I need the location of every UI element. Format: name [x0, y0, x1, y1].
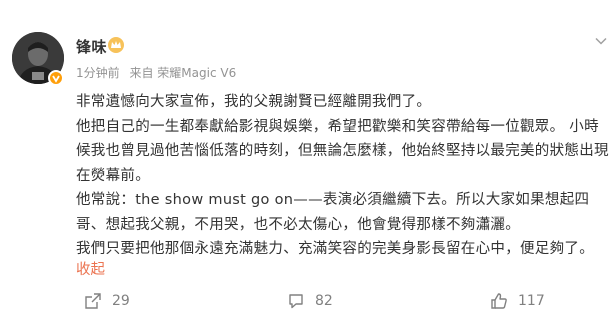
post-paragraph: 我們只要把他那個永遠充滿魅力、充滿笑容的完美身影長留在心中，便足夠了。 — [76, 241, 594, 257]
post-paragraph: 他把自己的一生都奉獻給影視與娛樂，希望把歡樂和笑容帶給每一位觀眾。 小時候我也曾… — [76, 118, 609, 184]
post-paragraph: 非常遺憾向大家宣佈，我的父親謝賢已經離開我們了。 — [76, 94, 432, 110]
share-icon — [85, 293, 101, 309]
like-count: 117 — [518, 293, 545, 309]
comment-button[interactable]: 82 — [287, 288, 333, 314]
comment-count: 82 — [315, 293, 333, 309]
post-paragraph: 他常說：the show must go on——表演必須繼續下去。所以大家如果… — [76, 192, 590, 233]
verified-badge-icon — [48, 70, 64, 86]
thumbs-up-icon — [491, 293, 507, 309]
weibo-post-card: 锋味 1分钟前 来自 荣耀Magic V6 非常遺憾向大家宣佈，我的父親謝賢已經… — [0, 0, 614, 315]
comment-icon — [289, 294, 303, 309]
share-count: 29 — [112, 293, 130, 309]
like-button[interactable]: 117 — [490, 288, 545, 314]
action-bar: 29 82 117 — [0, 288, 614, 314]
post-source: 来自 荣耀Magic V6 — [129, 66, 237, 80]
post-meta: 1分钟前 来自 荣耀Magic V6 — [76, 64, 242, 81]
collapse-link[interactable]: 收起 — [76, 258, 105, 279]
author-name[interactable]: 锋味 — [76, 36, 107, 57]
share-button[interactable]: 29 — [84, 288, 130, 314]
member-badge-icon[interactable] — [108, 37, 124, 53]
post-content: 非常遺憾向大家宣佈，我的父親謝賢已經離開我們了。 他把自己的一生都奉獻給影視與娛… — [76, 90, 610, 262]
post-time[interactable]: 1分钟前 — [76, 66, 120, 80]
chevron-down-icon[interactable] — [594, 34, 608, 48]
